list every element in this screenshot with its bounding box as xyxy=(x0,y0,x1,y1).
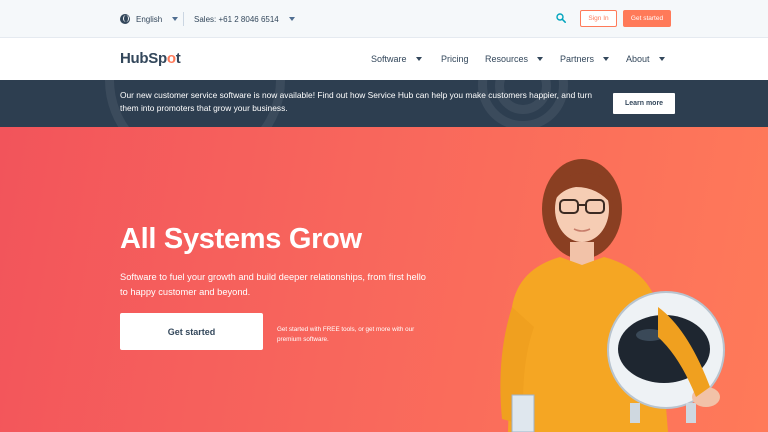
nav-item-pricing[interactable]: Pricing xyxy=(441,52,469,66)
globe-icon xyxy=(120,14,130,24)
sales-phone-selector[interactable]: Sales: +61 2 8046 6514 xyxy=(194,11,295,27)
chevron-down-icon xyxy=(658,57,665,61)
search-icon[interactable] xyxy=(556,13,566,23)
hero-section: All Systems Grow Software to fuel your g… xyxy=(0,127,768,432)
nav-item-about[interactable]: About xyxy=(626,52,665,66)
main-nav: HubSp o t Software Pricing Resources Partn… xyxy=(0,38,768,80)
language-selector[interactable]: English xyxy=(120,11,179,27)
sales-phone: Sales: +61 2 8046 6514 xyxy=(194,14,279,24)
utility-bar: English Sales: +61 2 8046 6514 Sign In G… xyxy=(0,0,768,38)
chevron-down-icon xyxy=(603,57,610,61)
hero-illustration xyxy=(500,159,725,432)
learn-more-button[interactable]: Learn more xyxy=(613,93,675,114)
chevron-down-icon xyxy=(537,57,544,61)
nav-item-software[interactable]: Software xyxy=(371,52,422,66)
nav-item-partners[interactable]: Partners xyxy=(560,52,610,66)
language-label: English xyxy=(136,14,163,24)
hero-get-started-button[interactable]: Get started xyxy=(120,313,263,350)
get-started-top-button[interactable]: Get started xyxy=(623,10,671,27)
hero-note: Get started with FREE tools, or get more… xyxy=(277,326,415,343)
hero-title: All Systems Grow xyxy=(120,223,362,255)
sign-in-button[interactable]: Sign In xyxy=(580,10,617,27)
hubspot-logo[interactable]: HubSp o t xyxy=(120,50,181,67)
book-shape xyxy=(511,394,535,432)
chevron-down-icon xyxy=(172,17,179,21)
divider xyxy=(183,12,184,26)
chevron-down-icon xyxy=(415,57,422,61)
nav-item-resources[interactable]: Resources xyxy=(485,52,544,66)
chevron-down-icon xyxy=(288,17,295,21)
announcement-text: Our new customer service software is now… xyxy=(120,90,593,113)
hero-subtitle: Software to fuel your growth and build d… xyxy=(120,272,426,297)
